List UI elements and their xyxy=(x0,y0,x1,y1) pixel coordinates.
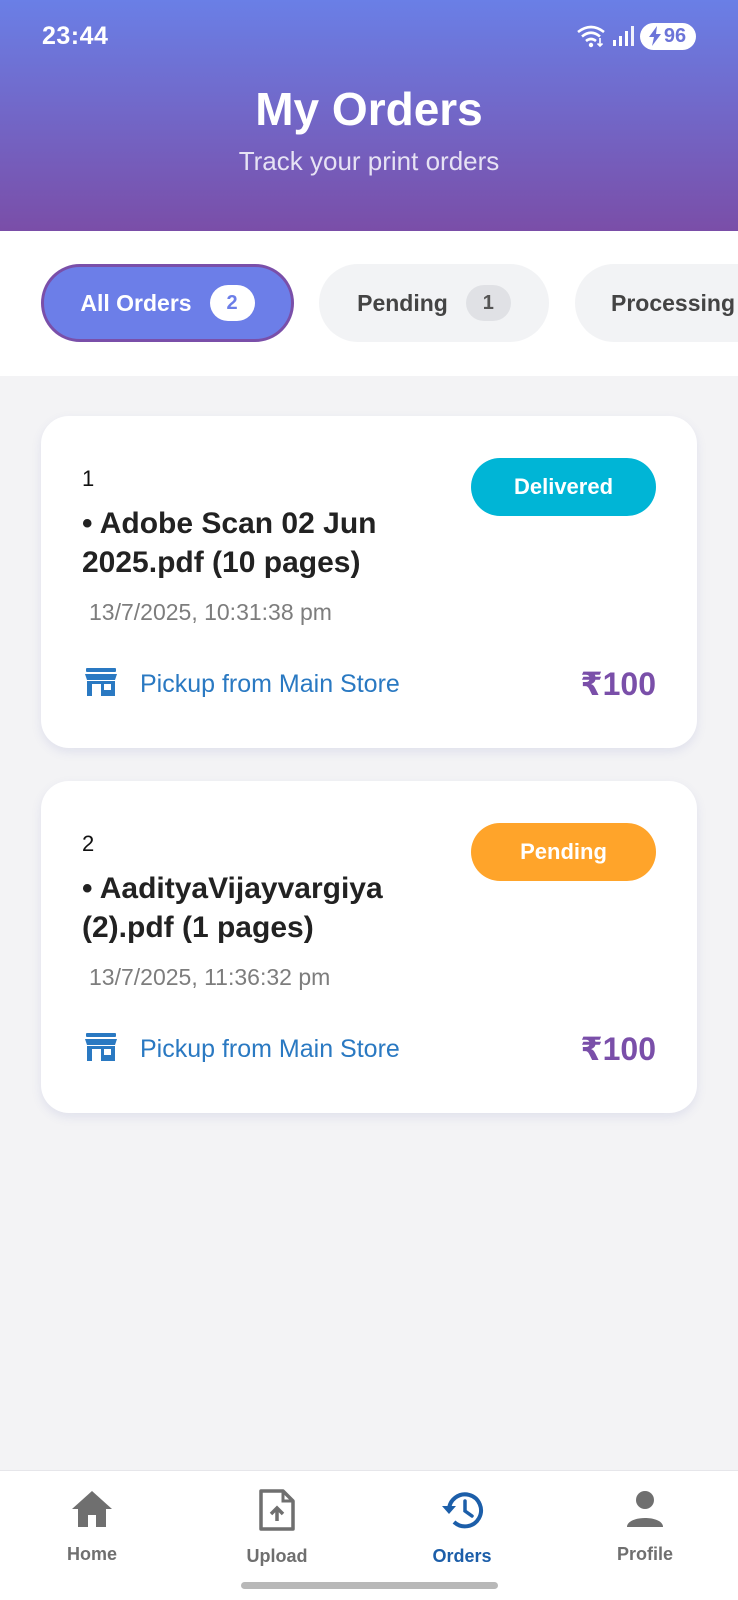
order-card[interactable]: 1 • Adobe Scan 02 Jun 2025.pdf (10 pages… xyxy=(41,416,697,748)
page-title: My Orders xyxy=(255,83,483,135)
order-file-name: • Adobe Scan 02 Jun 2025.pdf (10 pages) xyxy=(82,507,377,579)
tab-label: Processing xyxy=(611,289,735,316)
upload-file-icon xyxy=(257,1489,297,1536)
status-icons: 96 xyxy=(576,22,696,50)
history-icon xyxy=(439,1489,485,1536)
header: 23:44 96 My Orders Track your print orde… xyxy=(0,0,738,231)
status-bar: 23:44 96 xyxy=(0,0,738,72)
pickup-text: Pickup from Main Store xyxy=(140,669,400,698)
nav-label: Orders xyxy=(432,1546,492,1566)
nav-home[interactable]: Home xyxy=(32,1489,152,1565)
order-price: ₹100 xyxy=(580,666,656,702)
battery-level: 96 xyxy=(663,24,687,47)
tab-processing[interactable]: Processing xyxy=(575,264,738,342)
status-badge: Pending xyxy=(471,823,656,881)
signal-icon xyxy=(612,25,634,47)
order-number: 2 xyxy=(82,831,95,856)
tab-label: All Orders xyxy=(80,289,192,316)
order-card[interactable]: 2 • AadityaVijayvargiya (2).pdf (1 pages… xyxy=(41,781,697,1113)
order-date: 13/7/2025, 10:31:38 pm xyxy=(89,599,332,625)
order-number: 1 xyxy=(82,466,95,491)
order-file-name: • AadityaVijayvargiya (2).pdf (1 pages) xyxy=(82,872,383,944)
nav-profile[interactable]: Profile xyxy=(585,1489,705,1565)
tab-count-badge: 1 xyxy=(465,285,511,321)
bolt-icon xyxy=(648,26,661,46)
tab-pending[interactable]: Pending 1 xyxy=(319,264,549,342)
home-indicator xyxy=(241,1582,498,1589)
nav-label: Home xyxy=(66,1544,117,1564)
status-time: 23:44 xyxy=(42,22,109,50)
nav-orders[interactable]: Orders xyxy=(402,1489,522,1567)
nav-upload[interactable]: Upload xyxy=(217,1489,337,1567)
bottom-nav: Home Upload Orders Profile xyxy=(0,1470,738,1600)
tab-all-orders[interactable]: All Orders 2 xyxy=(41,264,294,342)
pickup-info: Pickup from Main Store xyxy=(84,1029,400,1069)
store-icon xyxy=(84,1032,118,1067)
person-icon xyxy=(625,1489,665,1534)
battery-indicator: 96 xyxy=(640,22,696,50)
filter-tabs: All Orders 2 Pending 1 Processing xyxy=(0,231,738,376)
store-icon xyxy=(84,667,118,702)
wifi-icon xyxy=(576,24,606,48)
pickup-info: Pickup from Main Store xyxy=(84,664,400,704)
tab-label: Pending xyxy=(357,289,448,316)
home-icon xyxy=(70,1489,114,1534)
nav-label: Upload xyxy=(246,1546,308,1566)
pickup-text: Pickup from Main Store xyxy=(140,1034,400,1063)
page-subtitle: Track your print orders xyxy=(238,146,500,176)
order-price: ₹100 xyxy=(580,1031,656,1067)
status-badge: Delivered xyxy=(471,458,656,516)
tab-count-badge: 2 xyxy=(209,285,255,321)
order-date: 13/7/2025, 11:36:32 pm xyxy=(89,964,331,990)
nav-label: Profile xyxy=(616,1544,673,1564)
